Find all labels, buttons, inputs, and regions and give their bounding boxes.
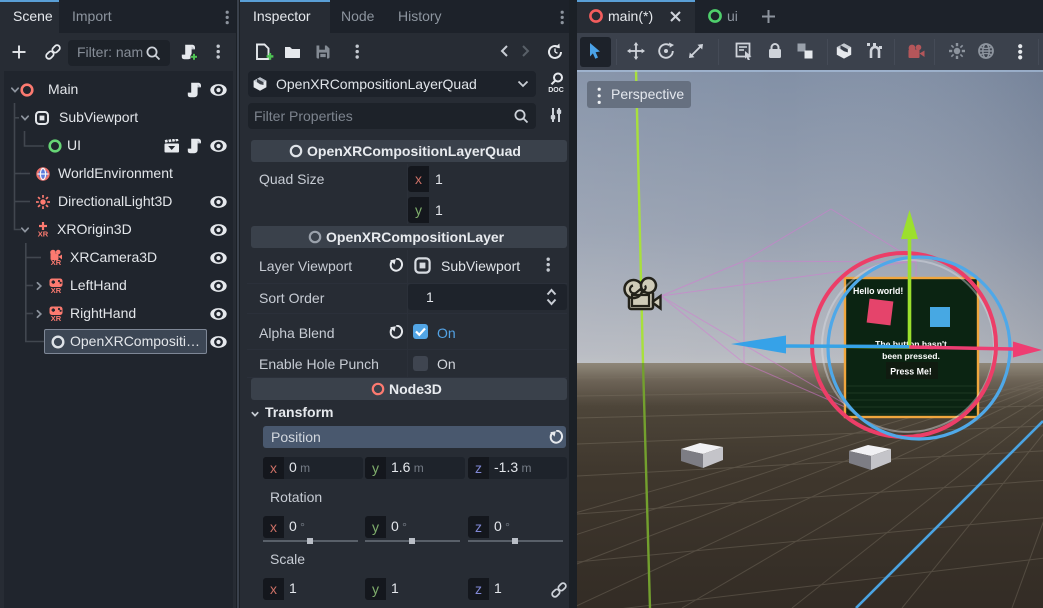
svg-text:DOC: DOC: [548, 87, 564, 94]
svg-text:Hello world!: Hello world!: [853, 286, 903, 296]
svg-text:been pressed.: been pressed.: [882, 351, 940, 361]
svg-text:Press Me!: Press Me!: [890, 367, 932, 377]
